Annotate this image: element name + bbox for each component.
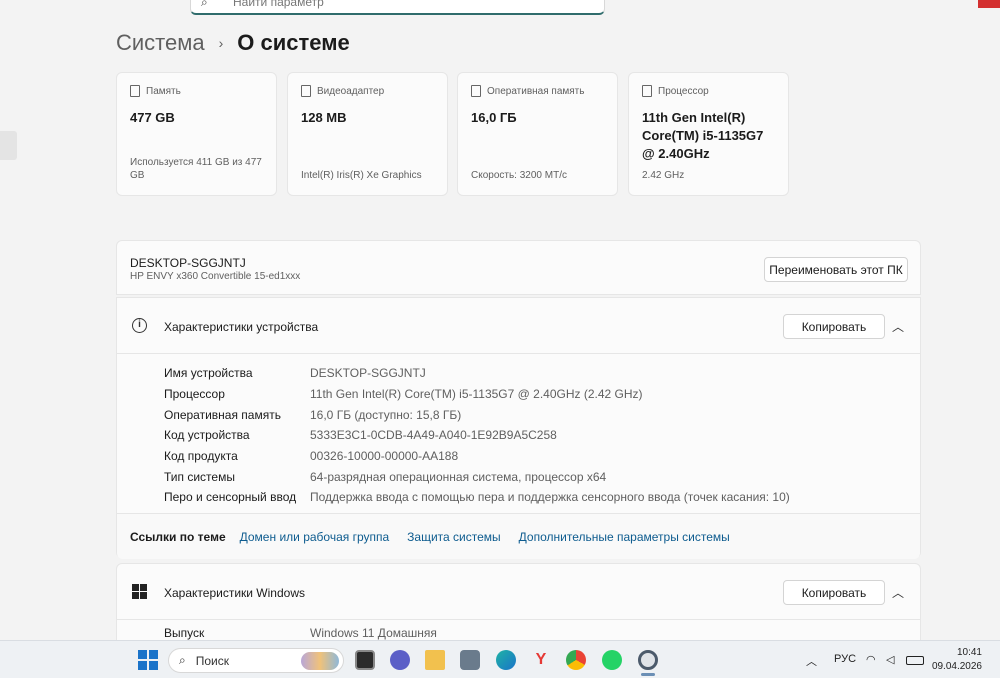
gpu-card: Видеоадаптер 128 MB Intel(R) Iris(R) Xe … — [287, 72, 448, 196]
storage-card: Память 477 GB Используется 411 GB из 477… — [116, 72, 277, 196]
task-view-icon[interactable] — [355, 650, 375, 670]
copy-windows-specs-button[interactable]: Копировать — [783, 580, 885, 605]
breadcrumb-parent[interactable]: Система — [116, 30, 205, 56]
card-value: 128 MB — [301, 110, 347, 125]
device-name: DESKTOP-SGGJNTJ — [130, 256, 246, 270]
breadcrumb: Система › О системе — [116, 30, 350, 56]
whatsapp-icon[interactable] — [602, 650, 622, 670]
file-explorer-icon[interactable] — [425, 650, 445, 670]
cpu-card: Процессор 11th Gen Intel(R) Core(TM) i5-… — [628, 72, 789, 196]
clock-time: 10:41 — [956, 647, 982, 658]
spec-value: 16,0 ГБ (доступно: 15,8 ГБ) — [310, 407, 462, 422]
card-label: Видеоадаптер — [317, 85, 385, 97]
link-system-protection[interactable]: Защита системы — [407, 530, 500, 544]
spec-key: Оперативная память — [164, 407, 281, 422]
card-subtext: Скорость: 3200 MT/c — [471, 170, 567, 181]
tray-overflow-chevron-icon[interactable]: ︿ — [806, 653, 817, 669]
chevron-up-icon[interactable]: ︿ — [892, 584, 904, 601]
card-label: Память — [146, 85, 181, 97]
chrome-icon[interactable] — [566, 650, 586, 670]
spec-value: 11th Gen Intel(R) Core(TM) i5-1135G7 @ 2… — [310, 387, 643, 402]
taskbar-search-label: Поиск — [195, 653, 229, 668]
gpu-icon — [301, 85, 311, 97]
card-value: 16,0 ГБ — [471, 110, 517, 125]
active-app-indicator — [641, 673, 655, 676]
settings-gear-icon[interactable] — [638, 650, 658, 670]
related-links-label: Ссылки по теме — [130, 529, 226, 544]
spec-key: Выпуск — [164, 626, 205, 641]
spec-value: Поддержка ввода с помощью пера и поддерж… — [310, 490, 790, 505]
edge-icon[interactable] — [496, 650, 516, 670]
spec-row: Код продукта 00326-10000-00000-AA188 — [164, 446, 790, 467]
wifi-icon[interactable]: ◠ — [866, 653, 876, 666]
spec-value: 00326-10000-00000-AA188 — [310, 449, 459, 464]
search-icon: ⌕ — [179, 653, 186, 667]
window-edge-accent — [978, 0, 1000, 8]
input-language-indicator[interactable]: РУС — [834, 653, 856, 665]
section-title: Характеристики Windows — [164, 586, 305, 600]
device-spec-list: Имя устройства DESKTOP-SGGJNTJ Процессор 1… — [164, 363, 790, 508]
taskbar-clock[interactable]: 10:41 09.04.2026 — [932, 646, 982, 674]
card-value: 477 GB — [130, 110, 175, 125]
spec-row: Тип системы 64-разрядная операционная сис… — [164, 466, 790, 487]
windows-logo-icon — [132, 584, 147, 599]
spec-value: DESKTOP-SGGJNTJ — [310, 366, 426, 381]
card-label: Оперативная память — [487, 85, 585, 97]
storage-icon — [130, 85, 140, 97]
nav-collapsed-stub[interactable] — [0, 131, 17, 160]
chevron-right-icon: › — [218, 35, 224, 51]
spec-key: Перо и сенсорный ввод — [164, 490, 297, 505]
yandex-browser-icon[interactable]: Y — [531, 650, 551, 670]
card-value: 11th Gen Intel(R) Core(TM) i5-1135G7 @ 2… — [642, 110, 764, 161]
spec-row: Имя устройства DESKTOP-SGGJNTJ — [164, 363, 790, 384]
device-specs-header[interactable]: i Характеристики устройства Копировать ︿ — [117, 298, 920, 354]
search-highlight-image — [301, 652, 339, 670]
battery-icon[interactable] — [906, 656, 924, 665]
page-title: О системе — [237, 30, 350, 55]
calculator-icon[interactable] — [460, 650, 480, 670]
cpu-icon — [642, 85, 652, 97]
spec-key: Тип системы — [164, 469, 235, 484]
settings-search-input[interactable]: ⌕ Найти параметр — [190, 0, 605, 15]
spec-key: Имя устройства — [164, 366, 253, 381]
ram-card: Оперативная память 16,0 ГБ Скорость: 320… — [457, 72, 618, 196]
spec-row: Оперативная память 16,0 ГБ (доступно: 15,… — [164, 404, 790, 425]
card-label: Процессор — [658, 85, 709, 97]
copy-device-specs-button[interactable]: Копировать — [783, 314, 885, 339]
spec-key: Код продукта — [164, 449, 238, 464]
related-links-bar: Ссылки по теме Домен или рабочая группа … — [117, 513, 920, 559]
start-windows-icon[interactable] — [138, 650, 158, 670]
device-model: HP ENVY x360 Convertible 15-ed1xxx — [130, 271, 301, 282]
chevron-up-icon[interactable]: ︿ — [892, 318, 904, 335]
device-name-panel: DESKTOP-SGGJNTJ HP ENVY x360 Convertible… — [116, 240, 921, 295]
ram-icon — [471, 85, 481, 97]
card-subtext: Используется 411 GB из 477 GB — [130, 157, 262, 181]
spec-key: Код устройства — [164, 428, 250, 443]
link-domain-workgroup[interactable]: Домен или рабочая группа — [240, 530, 390, 544]
clock-date: 09.04.2026 — [931, 661, 982, 672]
taskbar: ⌕ Поиск Y ︿ РУС ◠ ◁ 10:41 09.04.2026 — [0, 640, 1000, 678]
volume-icon[interactable]: ◁ — [886, 653, 894, 666]
device-specs-section: i Характеристики устройства Копировать ︿… — [116, 297, 921, 559]
search-icon: ⌕ — [201, 0, 208, 9]
card-subtext: 2.42 GHz — [642, 170, 685, 181]
spec-key: Процессор — [164, 387, 225, 402]
rename-pc-button[interactable]: Переименовать этот ПК — [764, 257, 908, 282]
link-advanced-system-settings[interactable]: Дополнительные параметры системы — [519, 530, 730, 544]
taskbar-search-box[interactable]: ⌕ Поиск — [168, 648, 344, 673]
card-subtext: Intel(R) Iris(R) Xe Graphics — [301, 170, 422, 181]
info-icon: i — [132, 318, 147, 333]
windows-specs-header[interactable]: Характеристики Windows Копировать ︿ — [117, 564, 920, 620]
spec-row: Перо и сенсорный ввод Поддержка ввода с п… — [164, 487, 790, 508]
spec-row: Процессор 11th Gen Intel(R) Core(TM) i5-1… — [164, 384, 790, 405]
section-title: Характеристики устройства — [164, 320, 319, 334]
spec-value: 64-разрядная операционная система, проце… — [310, 469, 607, 484]
teams-icon[interactable] — [390, 650, 410, 670]
spec-value: Windows 11 Домашняя — [310, 626, 437, 641]
spec-row: Код устройства 5333E3C1-0CDB-4A49-A040-1E… — [164, 425, 790, 446]
spec-value: 5333E3C1-0CDB-4A49-A040-1E92B9A5C258 — [310, 428, 557, 443]
search-placeholder: Найти параметр — [233, 0, 324, 9]
